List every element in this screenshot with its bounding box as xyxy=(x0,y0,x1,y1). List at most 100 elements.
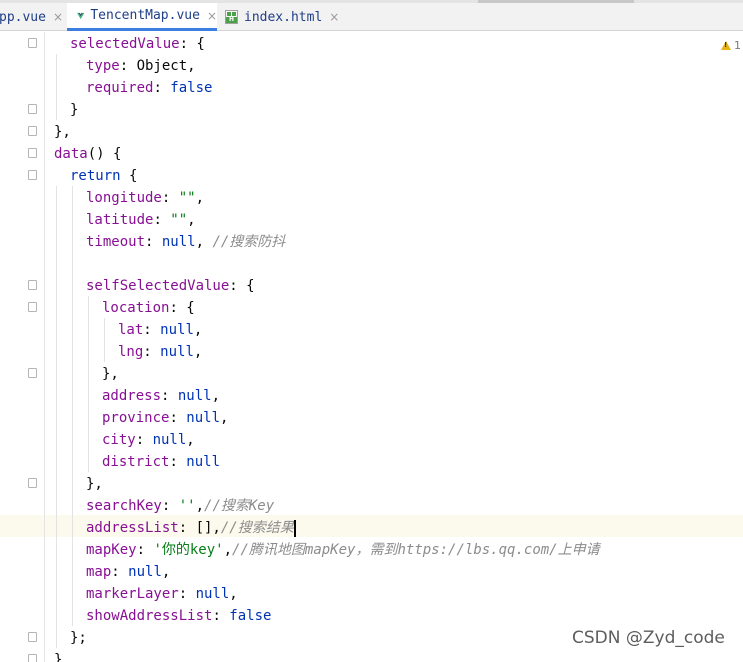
fold-marker[interactable] xyxy=(28,126,37,136)
code-line[interactable]: location: { xyxy=(102,297,195,319)
code-line[interactable]: showAddressList: false xyxy=(86,605,271,627)
code-token: : xyxy=(161,498,179,514)
code-line[interactable]: addressList: [],//搜索结果 xyxy=(86,517,296,539)
code-token: , xyxy=(220,410,229,426)
code-line[interactable]: }; xyxy=(70,627,87,649)
code-line[interactable]: longitude: "", xyxy=(86,187,204,209)
fold-marker[interactable] xyxy=(28,280,37,290)
fold-marker[interactable] xyxy=(28,632,37,642)
code-line[interactable]: data() { xyxy=(54,143,121,165)
tab-scroll-thumb[interactable] xyxy=(478,0,634,3)
tab-index-html[interactable]: H index.html × xyxy=(221,3,339,31)
code-token: false xyxy=(229,608,272,624)
code-token: null xyxy=(186,410,221,426)
code-line[interactable]: map: null, xyxy=(86,561,170,583)
code-token: : { xyxy=(229,278,255,294)
code-token: false xyxy=(170,80,213,96)
code-token: null xyxy=(177,388,212,404)
fold-marker[interactable] xyxy=(28,170,37,180)
code-line[interactable]: city: null, xyxy=(102,429,195,451)
code-line[interactable]: selectedValue: { xyxy=(70,33,205,55)
code-line[interactable]: type: Object, xyxy=(86,55,196,77)
code-token: //搜索防抖 xyxy=(212,234,286,250)
code-token: showAddressList xyxy=(86,608,213,624)
fold-marker[interactable] xyxy=(28,148,37,158)
close-icon[interactable]: × xyxy=(329,10,339,24)
code-line[interactable]: address: null, xyxy=(102,385,220,407)
code-token: address xyxy=(102,388,162,404)
code-line[interactable]: province: null, xyxy=(102,407,228,429)
fold-marker[interactable] xyxy=(28,302,37,312)
code-line[interactable]: markerLayer: null, xyxy=(86,583,238,605)
code-line[interactable]: lng: null, xyxy=(118,341,202,363)
code-token: "" xyxy=(178,190,196,206)
code-token: , xyxy=(211,388,221,404)
code-token: null xyxy=(160,322,194,338)
code-token: longitude xyxy=(86,190,162,206)
watermark: CSDN @Zyd_code xyxy=(572,628,725,648)
code-token: : { xyxy=(169,300,195,316)
close-icon[interactable]: × xyxy=(53,10,63,24)
code-token: , xyxy=(186,432,195,448)
fold-marker[interactable] xyxy=(28,368,37,378)
code-token: , xyxy=(195,190,205,206)
code-line[interactable]: return { xyxy=(70,165,137,187)
code-line[interactable]: searchKey: '',//搜索Key xyxy=(86,495,274,517)
code-line[interactable]: mapKey: '你的key',//腾讯地图mapKey，需到https://l… xyxy=(86,539,600,561)
fold-marker[interactable] xyxy=(28,478,37,488)
code-token: : xyxy=(161,388,178,404)
code-token: markerLayer xyxy=(86,586,179,602)
code-line[interactable]: }, xyxy=(102,363,119,385)
code-token: searchKey xyxy=(86,498,162,514)
code-token: : xyxy=(136,542,154,558)
code-token: null xyxy=(152,432,187,448)
code-line[interactable]: } xyxy=(54,649,62,662)
warning-count: 1 xyxy=(734,39,741,52)
code-token: addressList xyxy=(86,520,179,536)
tab-tencentmap-vue[interactable]: TencentMap.vue × xyxy=(67,3,217,31)
code-token: //搜索Key xyxy=(204,498,275,514)
inspection-warning[interactable]: 1 xyxy=(721,39,741,52)
code-token: null xyxy=(128,564,162,580)
close-icon[interactable]: × xyxy=(207,9,217,23)
code-token: }, xyxy=(86,476,103,492)
code-token: : xyxy=(143,344,161,360)
code-line[interactable]: required: false xyxy=(86,77,212,99)
code-token: lat xyxy=(118,322,144,338)
code-token: province xyxy=(102,410,170,426)
code-line[interactable]: }, xyxy=(86,473,103,495)
code-token: : xyxy=(145,234,162,250)
code-token: lng xyxy=(118,344,144,360)
code-token: '你的key' xyxy=(153,542,224,558)
fold-marker[interactable] xyxy=(28,38,37,48)
code-token: : xyxy=(153,212,171,228)
fold-marker[interactable] xyxy=(28,104,37,114)
code-token: null xyxy=(186,454,221,470)
code-token: : xyxy=(111,564,129,580)
code-token: //搜索结果 xyxy=(220,520,294,536)
code-editor[interactable]: selectedValue: {type: Object, required: f… xyxy=(0,32,743,662)
editor-tab-bar: pp.vue × TencentMap.vue × H index.html × xyxy=(0,0,743,31)
code-line[interactable]: }, xyxy=(54,121,71,143)
code-token: : xyxy=(169,410,187,426)
tab-app-vue[interactable]: pp.vue × xyxy=(0,3,63,31)
code-line[interactable]: lat: null, xyxy=(118,319,202,341)
code-line[interactable]: district: null xyxy=(102,451,220,473)
code-token: , xyxy=(195,498,205,514)
code-token: , xyxy=(229,586,238,602)
code-token: () { xyxy=(87,146,122,162)
code-token: mapKey xyxy=(86,542,137,558)
code-token: { xyxy=(120,168,138,184)
tab-label: index.html xyxy=(244,9,323,25)
indent-guide xyxy=(56,186,57,648)
code-line[interactable]: latitude: "", xyxy=(86,209,196,231)
warning-icon xyxy=(721,41,731,50)
tab-label: pp.vue xyxy=(0,9,46,25)
code-token: } xyxy=(70,102,79,118)
fold-marker[interactable] xyxy=(28,654,37,662)
code-line[interactable]: timeout: null, //搜索防抖 xyxy=(86,231,285,253)
code-line[interactable]: } xyxy=(70,99,78,121)
code-token: , xyxy=(193,344,203,360)
code-token: : xyxy=(153,80,171,96)
code-line[interactable]: selfSelectedValue: { xyxy=(86,275,255,297)
